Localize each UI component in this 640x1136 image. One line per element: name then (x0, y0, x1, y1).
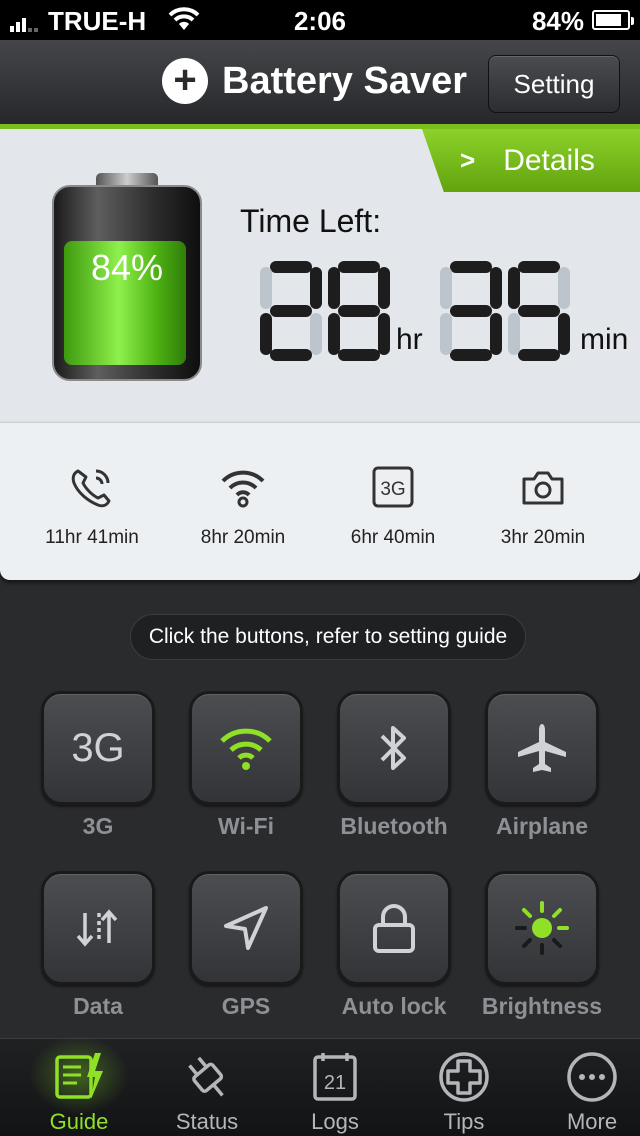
toggle-brightness-button[interactable] (485, 871, 599, 985)
plus-circle-icon (439, 1052, 489, 1102)
wifi-icon (221, 470, 265, 508)
usage-value: 3hr 20min (500, 527, 586, 548)
toggle-3g-button[interactable]: 3G (41, 691, 155, 805)
toggle-airplane-button[interactable] (485, 691, 599, 805)
minutes-digit (508, 261, 570, 361)
usage-item-wifi: 8hr 20min (168, 465, 318, 549)
hours-digit (328, 261, 390, 361)
hours-digit (260, 261, 322, 361)
guide-icon (55, 1053, 103, 1099)
toggle-label: Airplane (495, 813, 589, 839)
camera-icon (522, 471, 564, 505)
usage-estimates: 11hr 41min 8hr 20min 3G 6hr 40min 3hr 20… (0, 422, 640, 580)
toggle-3g[interactable]: 3G 3G (41, 691, 155, 839)
more-icon (567, 1052, 617, 1102)
tab-logs[interactable]: 21 Logs (275, 1049, 395, 1135)
3g-text-icon: 3G (71, 725, 125, 770)
usage-item-camera: 3hr 20min (468, 465, 618, 549)
toggle-auto-lock-button[interactable] (337, 871, 451, 985)
status-battery-icon (592, 10, 634, 30)
minutes-unit: min (580, 323, 629, 356)
tab-tips[interactable]: Tips (404, 1049, 524, 1135)
toggle-bluetooth[interactable]: Bluetooth (337, 691, 451, 839)
battery-info-panel: > Details 84% Time Left: hr min (0, 124, 640, 422)
usage-item-call: 11hr 41min (17, 465, 167, 549)
minutes-digit (440, 261, 502, 361)
tab-guide[interactable]: Guide (19, 1035, 139, 1135)
usage-value: 8hr 20min (200, 527, 286, 548)
toggle-bluetooth-button[interactable] (337, 691, 451, 805)
wifi-icon (220, 728, 272, 770)
calendar-icon: 21 (313, 1053, 357, 1101)
toggle-data[interactable]: Data (41, 871, 155, 1019)
toggle-label: Brightness (481, 993, 603, 1019)
status-bar: TRUE-H 2:06 84% (0, 0, 640, 40)
tab-label: Status (175, 1109, 239, 1134)
airplane-icon (518, 724, 566, 772)
app-logo-icon: + (162, 58, 208, 104)
usage-value: 11hr 41min (45, 527, 139, 548)
hours-display (260, 261, 390, 361)
3g-icon: 3G (372, 466, 414, 508)
minutes-display (440, 261, 570, 361)
setting-button[interactable]: Setting (488, 55, 620, 113)
usage-value: 6hr 40min (350, 527, 436, 548)
tab-label: Guide (49, 1109, 109, 1134)
tab-label: More (566, 1109, 618, 1134)
bluetooth-icon (380, 726, 406, 770)
details-label: Details (503, 143, 595, 177)
status-battery-percent: 84% (531, 6, 584, 36)
data-transfer-icon (76, 909, 118, 947)
usage-item-3g: 3G 6hr 40min (318, 465, 468, 549)
toggle-data-button[interactable] (41, 871, 155, 985)
setting-guide-hint: Click the buttons, refer to setting guid… (130, 614, 526, 660)
toggle-wifi-button[interactable] (189, 691, 303, 805)
time-left-label: Time Left: (240, 203, 382, 239)
details-button[interactable]: > Details (422, 129, 640, 192)
hours-unit: hr (396, 323, 423, 356)
svg-text:21: 21 (324, 1072, 346, 1094)
svg-text:3G: 3G (380, 479, 405, 500)
sun-icon (515, 901, 569, 955)
plug-icon (188, 1056, 224, 1097)
tab-more[interactable]: More (532, 1049, 640, 1135)
tab-label: Tips (443, 1109, 485, 1134)
toggle-gps-button[interactable] (189, 871, 303, 985)
lock-icon (373, 904, 415, 953)
chevron-right-icon: > (460, 145, 476, 175)
location-arrow-icon (224, 906, 268, 950)
app-title-group: + Battery Saver (162, 58, 467, 104)
toggle-wifi[interactable]: Wi-Fi (189, 691, 303, 839)
battery-level-graphic: 84% (52, 173, 202, 383)
toggle-gps[interactable]: GPS (189, 871, 303, 1019)
toggle-auto-lock[interactable]: Auto lock (337, 871, 451, 1019)
tab-label: Logs (311, 1109, 359, 1134)
app-title: Battery Saver (222, 59, 468, 102)
tab-status[interactable]: Status (147, 1049, 267, 1135)
phone-call-icon (71, 469, 111, 508)
battery-percent-label: 84% (90, 247, 164, 288)
app-header: + Battery Saver Setting (0, 40, 640, 126)
toggle-airplane[interactable]: Airplane (485, 691, 599, 839)
toggle-brightness[interactable]: Brightness (482, 871, 602, 1019)
tab-bar: Guide Status 21 Logs Tips More (0, 1035, 640, 1136)
